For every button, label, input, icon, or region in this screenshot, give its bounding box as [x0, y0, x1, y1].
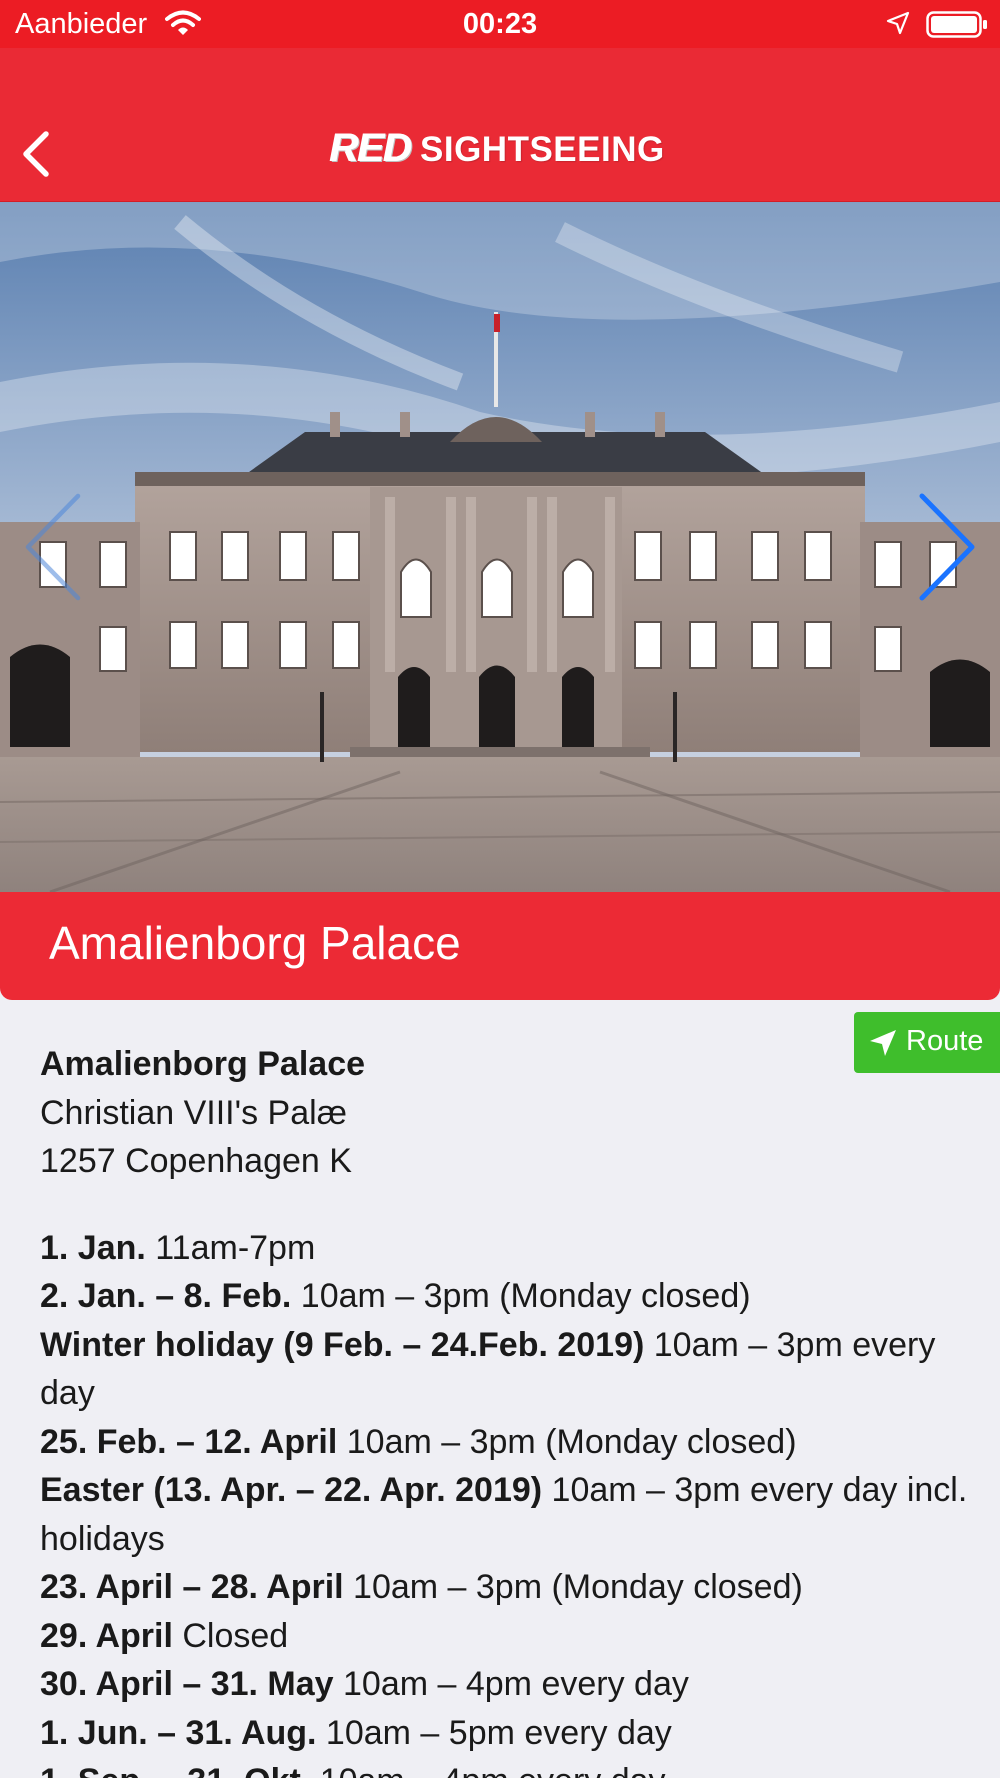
hours-period: 1. Jun. – 31. Aug.	[40, 1713, 317, 1752]
hours-period: Easter (13. Apr. – 22. Apr. 2019)	[40, 1471, 543, 1509]
opening-hours-row: 1. Jun. – 31. Aug. 10am – 5pm every day	[40, 1709, 975, 1758]
page-title: Amalienborg Palace	[49, 917, 461, 969]
hours-time: 10am – 3pm (Monday closed)	[343, 1568, 803, 1606]
hours-period: 23. April – 28. April	[40, 1568, 344, 1606]
screen: Aanbieder 00:23 RED SIGHTSEEING Amalienb…	[0, 0, 1000, 1778]
status-time: 00:23	[462, 8, 538, 40]
hours-period: 30. April – 31. May	[40, 1665, 334, 1703]
hours-period: 29. April	[40, 1616, 173, 1655]
hours-period: 1. Sep. – 31. Okt.	[40, 1762, 310, 1778]
hours-time: 10am – 5pm every day	[316, 1713, 672, 1752]
opening-hours-row: 23. April – 28. April 10am – 3pm (Monday…	[40, 1563, 975, 1612]
hours-period: 2. Jan. – 8. Feb.	[40, 1277, 292, 1315]
address-street: Christian VIII's Palæ	[40, 1093, 347, 1132]
hours-time: 10am – 3pm (Monday closed)	[291, 1277, 751, 1315]
hours-period: Winter holiday (9 Feb. – 24.Feb. 2019)	[40, 1325, 645, 1364]
palace-photo	[0, 202, 1000, 892]
location-arrow-icon	[886, 11, 910, 35]
carousel-prev-icon[interactable]	[20, 492, 86, 602]
opening-hours-row: 1. Jan. 11am-7pm	[40, 1224, 975, 1273]
opening-hours-row: 30. April – 31. May 10am – 4pm every day	[40, 1660, 975, 1709]
carousel-next-icon[interactable]	[914, 492, 980, 602]
nav-bar: RED SIGHTSEEING	[0, 48, 1000, 202]
hours-time: 10am – 4pm every day	[333, 1665, 689, 1703]
hours-time: 11am-7pm	[145, 1228, 316, 1267]
opening-hours-row: 29. April Closed	[40, 1612, 975, 1661]
red-sightseeing-logo: RED SIGHTSEEING	[330, 118, 675, 188]
hero-image-carousel[interactable]	[0, 202, 1000, 892]
hours-time: 10am – 3pm (Monday closed)	[337, 1422, 797, 1461]
opening-hours-row: 1. Sep. – 31. Okt. 10am – 4pm every day	[40, 1757, 975, 1778]
opening-hours-row: 25. Feb. – 12. April 10am – 3pm (Monday …	[40, 1418, 975, 1467]
title-bar: Amalienborg Palace	[0, 892, 1000, 1000]
hours-time: Closed	[172, 1616, 289, 1655]
opening-hours-row: Winter holiday (9 Feb. – 24.Feb. 2019) 1…	[40, 1321, 975, 1418]
address-name: Amalienborg Palace	[40, 1045, 366, 1083]
battery-icon	[926, 11, 987, 38]
logo-red-text: RED	[330, 126, 412, 170]
logo-sightseeing-text: SIGHTSEEING	[420, 130, 665, 169]
opening-hours-row: Easter (13. Apr. – 22. Apr. 2019) 10am –…	[40, 1466, 975, 1563]
hours-period: 25. Feb. – 12. April	[40, 1422, 338, 1461]
attraction-details: Amalienborg Palace Christian VIII's Palæ…	[40, 1040, 975, 1778]
hours-time: 10am – 4pm every day	[310, 1762, 666, 1778]
status-bar: Aanbieder 00:23	[0, 0, 1000, 48]
hours-period: 1. Jan.	[40, 1228, 146, 1267]
back-button[interactable]	[14, 124, 64, 184]
opening-hours-row: 2. Jan. – 8. Feb. 10am – 3pm (Monday clo…	[40, 1272, 975, 1321]
address-city: 1257 Copenhagen K	[40, 1142, 352, 1180]
